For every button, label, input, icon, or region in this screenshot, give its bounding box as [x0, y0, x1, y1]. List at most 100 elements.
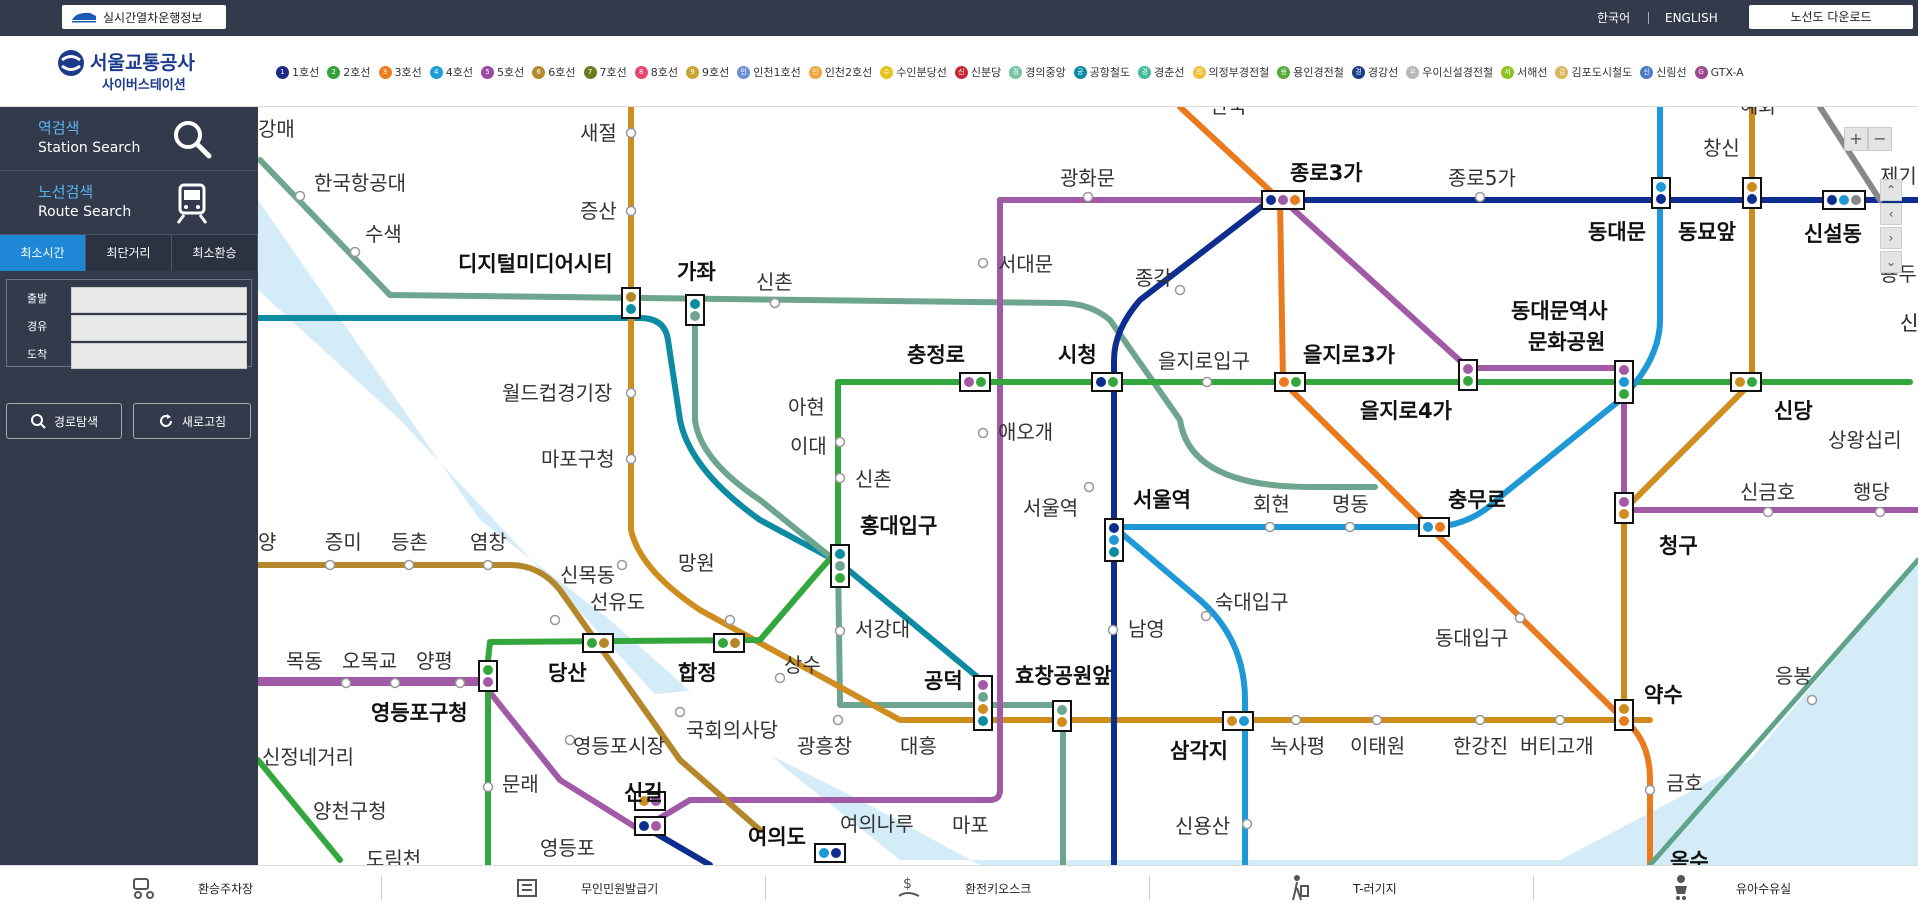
transfer-station-marker[interactable] [1458, 359, 1478, 391]
station-label[interactable]: 신당 [1774, 399, 1813, 423]
legend-item[interactable]: 8 8호선 [634, 64, 678, 80]
station-label[interactable]: 당산 [548, 661, 587, 685]
station-dot[interactable] [674, 706, 686, 718]
station-label[interactable]: 오목교 [342, 649, 397, 673]
station-label[interactable]: 가좌 [677, 260, 716, 284]
transfer-station-marker[interactable] [973, 675, 993, 731]
legend-item[interactable]: 5 5호선 [481, 64, 524, 80]
transfer-station-marker[interactable] [478, 660, 498, 692]
station-label[interactable]: 광화문 [1060, 166, 1115, 190]
pan-up-icon[interactable]: ⌃ [1880, 179, 1902, 201]
station-label[interactable]: 등촌 [391, 530, 428, 554]
station-label[interactable]: 신촌 [855, 467, 892, 491]
station-label[interactable]: 청구 [1659, 534, 1698, 558]
tab-shortest-distance[interactable]: 최단거리 [86, 235, 172, 271]
station-label[interactable]: 삼각지 [1170, 739, 1228, 763]
station-label[interactable]: 상수 [784, 653, 821, 677]
station-label[interactable]: 합정 [678, 661, 717, 685]
station-label[interactable]: 을지로3가 [1303, 343, 1396, 367]
map-download-button[interactable]: 노선도 다운로드 [1749, 5, 1913, 29]
station-label[interactable]: 망원 [678, 551, 715, 575]
station-dot[interactable] [549, 614, 561, 626]
station-label[interactable]: 신정네거리 [262, 745, 354, 769]
lang-english-link[interactable]: ENGLISH [1665, 0, 1718, 36]
station-label[interactable]: 신용산 [1175, 814, 1230, 838]
transfer-station-marker[interactable] [1222, 711, 1254, 731]
legend-item[interactable]: 우 우이신설경전철 [1406, 64, 1493, 80]
arrive-input[interactable] [71, 343, 247, 369]
station-label[interactable]: 종각 [1135, 266, 1172, 290]
tab-min-transfer[interactable]: 최소환승 [172, 235, 258, 271]
transfer-station-marker[interactable] [1651, 177, 1671, 209]
station-label[interactable]: 창신 [1703, 136, 1740, 160]
station-dot[interactable] [977, 427, 989, 439]
station-label[interactable]: 마포구청 [541, 447, 615, 471]
station-label[interactable]: 여의나루 [840, 812, 914, 836]
station-label[interactable]: 녹사평 [1270, 734, 1325, 758]
station-label[interactable]: 응봉 [1775, 664, 1812, 688]
station-label[interactable]: 신길 [624, 781, 663, 805]
station-dot[interactable] [1200, 610, 1212, 622]
station-label[interactable]: 숙대입구 [1215, 590, 1289, 614]
transfer-parking-link[interactable]: 환승주차장 [130, 866, 253, 909]
t-luggage-link[interactable]: T-러기지 [1287, 866, 1397, 909]
station-search-button[interactable]: 역검색 Station Search [0, 107, 258, 171]
station-label[interactable]: 선유도 [590, 590, 645, 614]
station-dot[interactable] [834, 625, 846, 637]
transfer-station-marker[interactable] [582, 633, 614, 653]
legend-item[interactable]: 9 9호선 [686, 64, 729, 80]
station-dot[interactable] [832, 714, 844, 726]
station-dot[interactable] [1806, 694, 1818, 706]
station-dot[interactable] [834, 472, 846, 484]
station-label[interactable]: 신금호 [1740, 480, 1795, 504]
subway-map[interactable]: 강매 한국항공대 수색 새절 증산 디지털미디어시티 가좌 신촌 월드컵경기장 마포구청 광화문 서대… [258, 107, 1918, 865]
station-label[interactable]: 효창공원앞 [1015, 664, 1112, 688]
station-dot[interactable] [482, 781, 494, 793]
transfer-station-marker[interactable] [713, 633, 745, 653]
station-label[interactable]: 동대문역사 [1511, 299, 1608, 323]
refresh-button[interactable]: 새로고침 [133, 403, 251, 439]
station-label[interactable]: 광흥창 [797, 734, 852, 758]
transfer-station-marker[interactable] [1261, 190, 1305, 210]
transfer-station-marker[interactable] [1822, 190, 1866, 210]
subway-map-canvas[interactable]: 강매한국항공대수색새절증산디지털미디어시티 가좌 신촌월드컵경기장마포구청광화문서대… [258, 107, 1918, 865]
station-label[interactable]: 충정로 [907, 343, 965, 367]
station-label[interactable]: 신촌 [756, 270, 793, 294]
exchange-kiosk-link[interactable]: $ 환전키오스크 [897, 866, 1031, 909]
station-label[interactable]: 이대 [790, 434, 827, 458]
station-dot[interactable] [482, 559, 494, 571]
station-dot[interactable] [1083, 481, 1095, 493]
legend-item[interactable]: 1 1호선 [276, 64, 319, 80]
transfer-station-marker[interactable] [621, 287, 641, 319]
station-label[interactable]: 대흥 [900, 734, 937, 758]
station-label[interactable]: 시청 [1058, 343, 1097, 367]
station-label[interactable]: 수색 [365, 222, 402, 246]
legend-item[interactable]: 인 인천1호선 [737, 64, 801, 80]
transfer-station-marker[interactable] [1614, 360, 1634, 404]
legend-item[interactable]: 3 3호선 [378, 64, 422, 80]
pan-down-icon[interactable]: ⌄ [1880, 251, 1902, 273]
station-label[interactable]: 영등포구청 [371, 701, 468, 725]
station-label[interactable]: 서울역 [1133, 488, 1191, 512]
station-label[interactable]: 한강진 [1453, 734, 1508, 758]
legend-item[interactable]: 경 경춘선 [1138, 64, 1185, 80]
station-label[interactable]: 이태원 [1350, 734, 1405, 758]
transfer-station-marker[interactable] [1614, 699, 1634, 731]
station-label[interactable]: 문래 [502, 772, 539, 796]
station-dot[interactable] [616, 559, 628, 571]
tab-min-time[interactable]: 최소시간 [0, 235, 86, 271]
station-dot[interactable] [834, 436, 846, 448]
zoom-in-button[interactable]: + [1844, 127, 1868, 151]
legend-item[interactable]: 신 신림선 [1640, 64, 1687, 80]
station-dot[interactable] [1201, 376, 1213, 388]
transfer-station-marker[interactable] [634, 816, 666, 836]
station-label[interactable]: 월드컵경기장 [502, 381, 612, 405]
legend-item[interactable]: 서 서해선 [1501, 64, 1547, 80]
station-label[interactable]: 영등포 [540, 836, 595, 860]
station-label[interactable]: 애오개 [998, 420, 1053, 444]
zoom-out-button[interactable]: − [1868, 127, 1892, 151]
station-label[interactable]: 공덕 [924, 669, 963, 693]
station-label[interactable]: 종로3가 [1290, 161, 1363, 185]
station-dot[interactable] [1174, 284, 1186, 296]
lang-korean-link[interactable]: 한국어 [1597, 0, 1630, 36]
